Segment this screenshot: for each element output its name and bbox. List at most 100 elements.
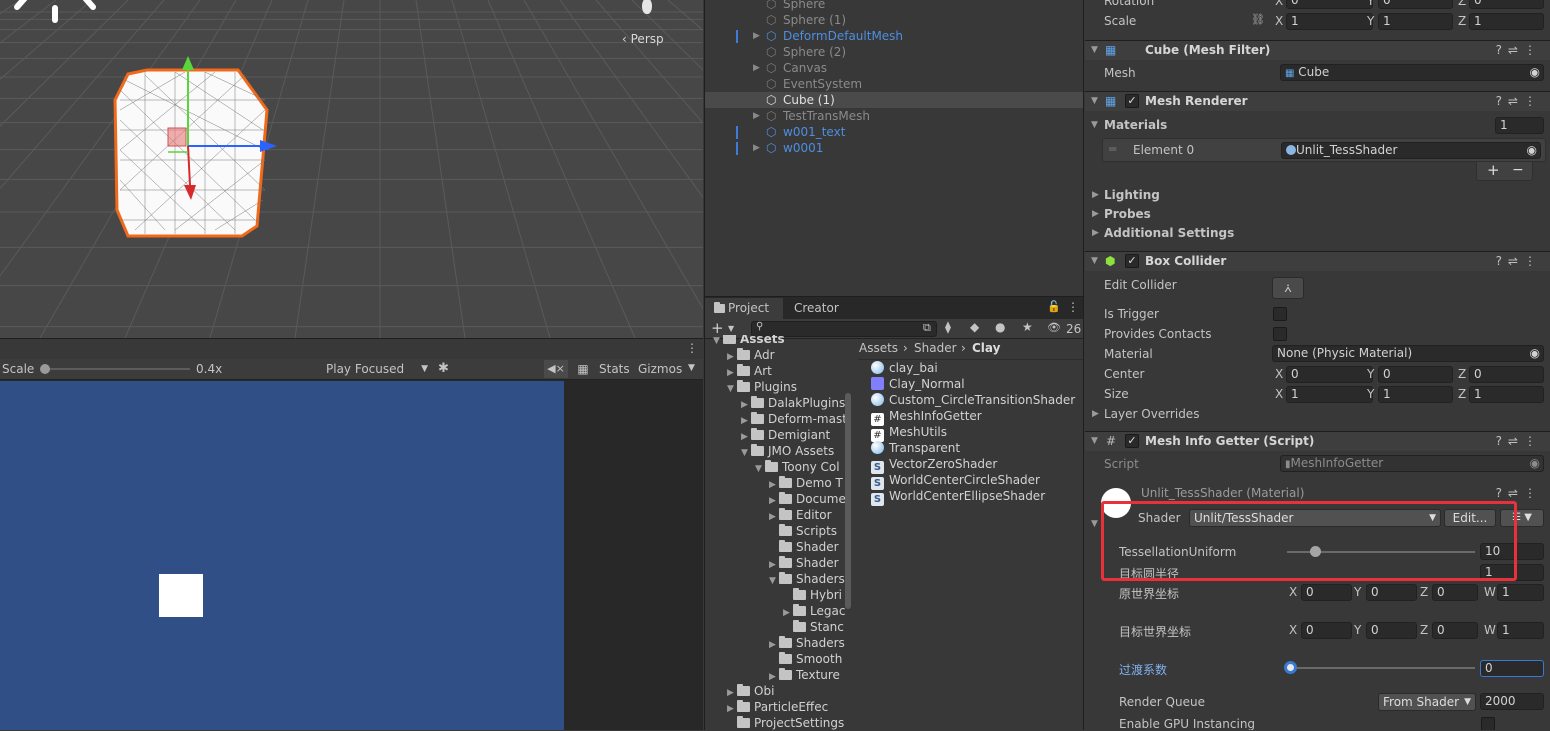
lighting-foldout[interactable]: Lighting <box>1104 188 1160 202</box>
box-collider-enabled-checkbox[interactable]: ✓ <box>1125 254 1139 268</box>
mesh-field[interactable]: ▦ Cube ◉ <box>1280 64 1544 81</box>
asset-item[interactable]: Transparent <box>871 440 960 456</box>
project-tree-item[interactable]: ▼ Plugins <box>705 379 855 395</box>
origin-x-field[interactable]: 0 <box>1301 584 1352 601</box>
project-tree-item[interactable]: ▼ Assets <box>705 335 855 347</box>
project-tree-item[interactable]: ▶ Demo T <box>705 475 855 491</box>
hierarchy-item[interactable]: ▶ ⬡ Canvas <box>705 60 1083 76</box>
hierarchy-item[interactable]: ⬡ Sphere (1) <box>705 12 1083 28</box>
is-trigger-checkbox[interactable] <box>1273 307 1287 321</box>
component-menu-icons[interactable]: ?⇌⋮ <box>1496 432 1542 451</box>
probes-foldout[interactable]: Probes <box>1104 207 1151 221</box>
materials-label[interactable]: Materials <box>1104 118 1167 132</box>
link-icon[interactable]: ⛓ <box>1251 13 1265 26</box>
mesh-info-getter-header[interactable]: ▼ # ✓ Mesh Info Getter (Script) ?⇌⋮ <box>1085 431 1550 451</box>
edit-collider-button[interactable]: ⩑ <box>1272 277 1304 299</box>
asset-item[interactable]: S VectorZeroShader <box>871 456 997 474</box>
scene-orientation-gizmo[interactable] <box>642 0 652 14</box>
render-queue-field[interactable]: 2000 <box>1480 693 1544 710</box>
physic-material-field[interactable]: None (Physic Material) ◉ <box>1272 345 1544 362</box>
cube-gizmo[interactable] <box>105 50 285 240</box>
project-tree-item[interactable]: ▶ Legac <box>705 603 855 619</box>
mesh-filter-header[interactable]: ▼ ▦ Cube (Mesh Filter) ?⇌⋮ <box>1085 40 1550 60</box>
project-tree-item[interactable]: ▶ Obi <box>705 683 855 699</box>
star-icon[interactable]: ★ <box>1022 320 1033 334</box>
chevron-down-icon[interactable]: ▼ <box>728 324 734 333</box>
rotation-z-field[interactable]: 0 <box>1469 0 1544 9</box>
tree-scrollbar[interactable] <box>845 393 851 609</box>
project-tree-item[interactable]: Stanc <box>705 619 855 635</box>
asset-item[interactable]: clay_bai <box>871 360 938 376</box>
gpu-instancing-checkbox[interactable] <box>1481 717 1495 730</box>
play-mode-dropdown[interactable]: Play Focused ▼ <box>322 360 430 378</box>
search-by-type-icon[interactable]: ⧉ <box>923 321 931 335</box>
more-icon[interactable]: ⋮ <box>1067 300 1079 314</box>
filter-by-type-icon[interactable]: ⧫ <box>945 320 951 334</box>
target-w-field[interactable]: 1 <box>1497 622 1544 639</box>
hierarchy-item[interactable]: ⬡ Cube (1) <box>705 92 1083 108</box>
target-y-field[interactable]: 0 <box>1366 622 1417 639</box>
project-tree-item[interactable]: ▶ Art <box>705 363 855 379</box>
project-tree-item[interactable]: ▶ Texture <box>705 667 855 683</box>
filter-by-label-icon[interactable]: ◆ <box>970 320 979 334</box>
hierarchy-item[interactable]: ⬡ EventSystem <box>705 76 1083 92</box>
target-z-field[interactable]: 0 <box>1432 622 1478 639</box>
expand-icon[interactable]: ▶ <box>1092 228 1099 238</box>
component-menu-icons[interactable]: ?⇌⋮ <box>1496 92 1542 111</box>
expand-arrow-icon[interactable]: ▶ <box>753 60 760 76</box>
drag-handle-icon[interactable]: ═ <box>1109 142 1116 156</box>
script-enabled-checkbox[interactable]: ✓ <box>1125 434 1139 448</box>
project-tree-item[interactable]: ▼ JMO Assets <box>705 443 855 459</box>
asset-item[interactable]: S WorldCenterCircleShader <box>871 472 1040 490</box>
scale-x-field[interactable]: 1 <box>1286 13 1373 30</box>
hierarchy-item[interactable]: ⬡ Sphere (2) <box>705 44 1083 60</box>
project-tree-item[interactable]: ▶ Shader <box>705 555 855 571</box>
asset-item[interactable]: # MeshUtils <box>871 424 947 442</box>
size-y-field[interactable]: 1 <box>1378 386 1453 403</box>
more-icon[interactable]: ⋮ <box>686 341 698 355</box>
add-element-button[interactable]: + <box>1487 161 1500 179</box>
rotation-y-field[interactable]: 0 <box>1378 0 1453 9</box>
hierarchy-item[interactable]: ▶ ⬡ w0001 <box>705 140 1083 156</box>
gizmos-chevron-icon[interactable]: ▼ <box>688 363 695 373</box>
collapse-icon[interactable]: ▼ <box>1091 41 1098 60</box>
object-picker-icon[interactable]: ◉ <box>1527 143 1537 158</box>
collapse-icon[interactable]: ▼ <box>1091 519 1098 529</box>
tab-project[interactable]: Project <box>705 298 783 319</box>
tab-creator[interactable]: Creator <box>794 301 839 315</box>
center-y-field[interactable]: 0 <box>1378 366 1453 383</box>
materials-count-field[interactable]: 1 <box>1495 117 1544 134</box>
stats-button[interactable]: Stats <box>599 362 630 376</box>
breadcrumb-assets[interactable]: Assets <box>859 341 898 355</box>
expand-icon[interactable]: ▶ <box>1092 209 1099 219</box>
hierarchy-item[interactable]: ⬡ Sphere <box>705 0 1083 12</box>
game-canvas[interactable] <box>0 381 564 730</box>
expand-arrow-icon[interactable]: ▶ <box>753 108 760 124</box>
breadcrumb-shader[interactable]: Shader <box>914 341 957 355</box>
project-tree-item[interactable]: ▶ Docume <box>705 491 855 507</box>
remove-element-button[interactable]: − <box>1512 162 1524 178</box>
expand-icon[interactable]: ▶ <box>1092 190 1099 200</box>
target-x-field[interactable]: 0 <box>1301 622 1352 639</box>
collapse-icon[interactable]: ▼ <box>1091 432 1098 451</box>
info-icon[interactable]: ● <box>995 320 1005 334</box>
origin-w-field[interactable]: 1 <box>1497 584 1544 601</box>
object-picker-icon[interactable]: ◉ <box>1530 65 1540 80</box>
collapse-icon[interactable]: ▼ <box>1091 92 1098 111</box>
object-picker-icon[interactable]: ◉ <box>1530 346 1540 361</box>
gizmos-button[interactable]: Gizmos <box>638 362 682 376</box>
scale-z-field[interactable]: 1 <box>1469 13 1544 30</box>
project-tree-item[interactable]: Shader <box>705 539 855 555</box>
expand-arrow-icon[interactable]: ▶ <box>753 140 760 156</box>
project-tree-item[interactable]: Scripts <box>705 523 855 539</box>
box-collider-header[interactable]: ▼ ⬢ ✓ Box Collider ?⇌⋮ <box>1085 251 1550 271</box>
hierarchy-item[interactable]: ▶ ⬡ DeformDefaultMesh <box>705 28 1083 44</box>
project-tree-item[interactable]: ▶ Demigiant <box>705 427 855 443</box>
component-menu-icons[interactable]: ?⇌⋮ <box>1496 41 1542 60</box>
project-tree-item[interactable]: ▶ Deform-mast <box>705 411 855 427</box>
scale-slider-thumb[interactable] <box>40 364 50 374</box>
mesh-renderer-header[interactable]: ▼ ▦ ✓ Mesh Renderer ?⇌⋮ <box>1085 91 1550 111</box>
additional-settings-foldout[interactable]: Additional Settings <box>1104 226 1234 240</box>
eye-icon[interactable]: 👁 <box>1047 321 1061 334</box>
center-x-field[interactable]: 0 <box>1286 366 1373 383</box>
